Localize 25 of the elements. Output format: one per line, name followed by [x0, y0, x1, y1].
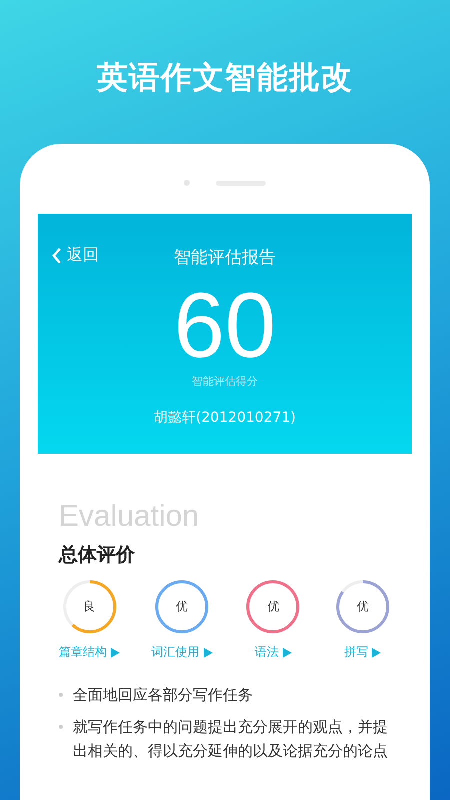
- chevron-left-icon: [52, 248, 62, 264]
- bullet-text: 全面地回应各部分写作任务: [73, 685, 253, 706]
- category-link[interactable]: 词汇使用: [152, 644, 213, 661]
- grade-label: 优: [356, 598, 369, 616]
- grade-label: 优: [267, 598, 280, 616]
- category-link[interactable]: 篇章结构: [59, 644, 120, 661]
- category-link[interactable]: 语法: [254, 644, 292, 661]
- section-title: 总体评价: [59, 543, 136, 568]
- bullet-dot: [59, 725, 63, 729]
- grade-label: 优: [176, 598, 188, 616]
- bullet-dot: [59, 693, 63, 697]
- score-label: 智能评估得分: [192, 374, 258, 389]
- play-triangle-icon: [111, 648, 120, 658]
- back-button[interactable]: 返回: [52, 245, 99, 266]
- category-link[interactable]: 拼写: [344, 644, 382, 661]
- camera-icon: [184, 180, 190, 186]
- headline: 英语作文智能批改: [97, 59, 353, 98]
- play-triangle-icon: [282, 648, 292, 658]
- grade-label: 良: [84, 598, 96, 616]
- bullet-text: 就写作任务中的问题提出充分展开的观点，并提出相关的、得以充分延伸的以及论据充分的论点: [73, 717, 389, 762]
- play-triangle-icon: [204, 648, 213, 658]
- screen-title: 智能评估报告: [174, 246, 276, 268]
- score: 60: [174, 278, 276, 374]
- play-triangle-icon: [372, 648, 382, 658]
- student-name: 胡懿轩(2012010271): [154, 409, 296, 427]
